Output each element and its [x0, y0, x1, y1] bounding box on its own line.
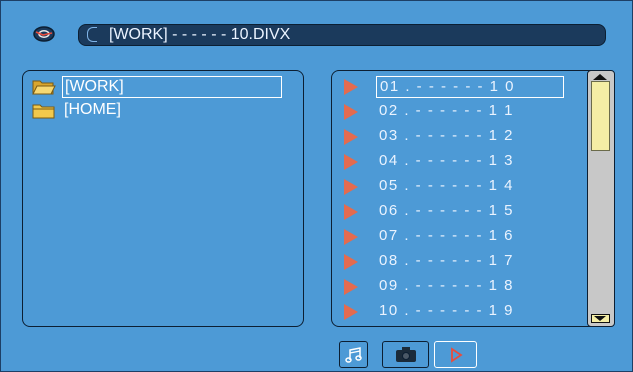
play-marker-icon — [344, 229, 358, 245]
play-marker-icon — [344, 279, 358, 295]
folder-list-panel: [WORK] [HOME] — [22, 70, 304, 327]
play-marker-icon — [344, 204, 358, 220]
scroll-down-arrow-icon[interactable] — [591, 314, 610, 323]
play-marker-icon — [344, 154, 358, 170]
file-item[interactable]: 06 . - - - - - - 1 5 — [344, 200, 517, 224]
folder-item-home[interactable]: [HOME] — [32, 100, 123, 122]
music-mode-button[interactable] — [339, 341, 368, 368]
file-item-label: 07 . - - - - - - 1 6 — [379, 227, 515, 244]
folder-item-label: [HOME] — [64, 101, 121, 118]
play-marker-icon — [344, 254, 358, 270]
file-item-label: 05 . - - - - - - 1 4 — [379, 177, 515, 194]
file-item[interactable]: 10 . - - - - - - 1 9 — [344, 300, 517, 324]
file-item-label: 06 . - - - - - - 1 5 — [379, 202, 515, 219]
file-item-label: 04 . - - - - - - 1 3 — [379, 152, 515, 169]
play-marker-icon — [344, 129, 358, 145]
play-icon — [450, 346, 463, 363]
scroll-up-arrow-icon[interactable] — [593, 74, 607, 80]
file-item[interactable]: 02 . - - - - - - 1 1 — [344, 100, 517, 124]
file-browser-screen: [WORK] - - - - - - 10.DIVX [WORK] [HOME]… — [0, 0, 633, 372]
open-folder-icon — [32, 80, 56, 95]
file-item-label: 01 . - - - - - - 1 0 — [376, 76, 564, 98]
file-item[interactable]: 07 . - - - - - - 1 6 — [344, 225, 517, 249]
folder-item-label: [WORK] — [62, 76, 282, 98]
file-item[interactable]: 03 . - - - - - - 1 2 — [344, 125, 517, 149]
camera-icon — [395, 346, 416, 362]
file-item[interactable]: 01 . - - - - - - 1 0 — [344, 75, 564, 99]
file-item-label: 08 . - - - - - - 1 7 — [379, 252, 515, 269]
file-item[interactable]: 05 . - - - - - - 1 4 — [344, 175, 517, 199]
file-item-label: 02 . - - - - - - 1 1 — [379, 102, 515, 119]
now-playing-title: [WORK] - - - - - - 10.DIVX — [109, 26, 291, 43]
file-item-label: 09 . - - - - - - 1 8 — [379, 277, 515, 294]
file-item[interactable]: 09 . - - - - - - 1 8 — [344, 275, 517, 299]
play-marker-icon — [344, 179, 358, 195]
file-item[interactable]: 04 . - - - - - - 1 3 — [344, 150, 517, 174]
scroll-thumb[interactable] — [591, 81, 610, 151]
play-marker-icon — [344, 79, 358, 95]
now-playing-title-bar: [WORK] - - - - - - 10.DIVX — [78, 24, 606, 46]
music-note-icon — [344, 346, 362, 363]
play-marker-icon — [344, 304, 358, 320]
folder-item-work[interactable]: [WORK] — [32, 76, 282, 98]
file-list-scrollbar[interactable] — [587, 70, 615, 327]
file-item[interactable]: 08 . - - - - - - 1 7 — [344, 250, 517, 274]
video-mode-button[interactable] — [434, 341, 477, 368]
disc-icon — [33, 26, 55, 42]
folder-icon — [32, 104, 55, 119]
file-item-label: 10 . - - - - - - 1 9 — [379, 302, 515, 319]
photo-mode-button[interactable] — [382, 341, 429, 368]
file-item-label: 03 . - - - - - - 1 2 — [379, 127, 515, 144]
file-list-panel: 01 . - - - - - - 1 0 02 . - - - - - - 1 … — [331, 70, 615, 327]
play-marker-icon — [344, 104, 358, 120]
